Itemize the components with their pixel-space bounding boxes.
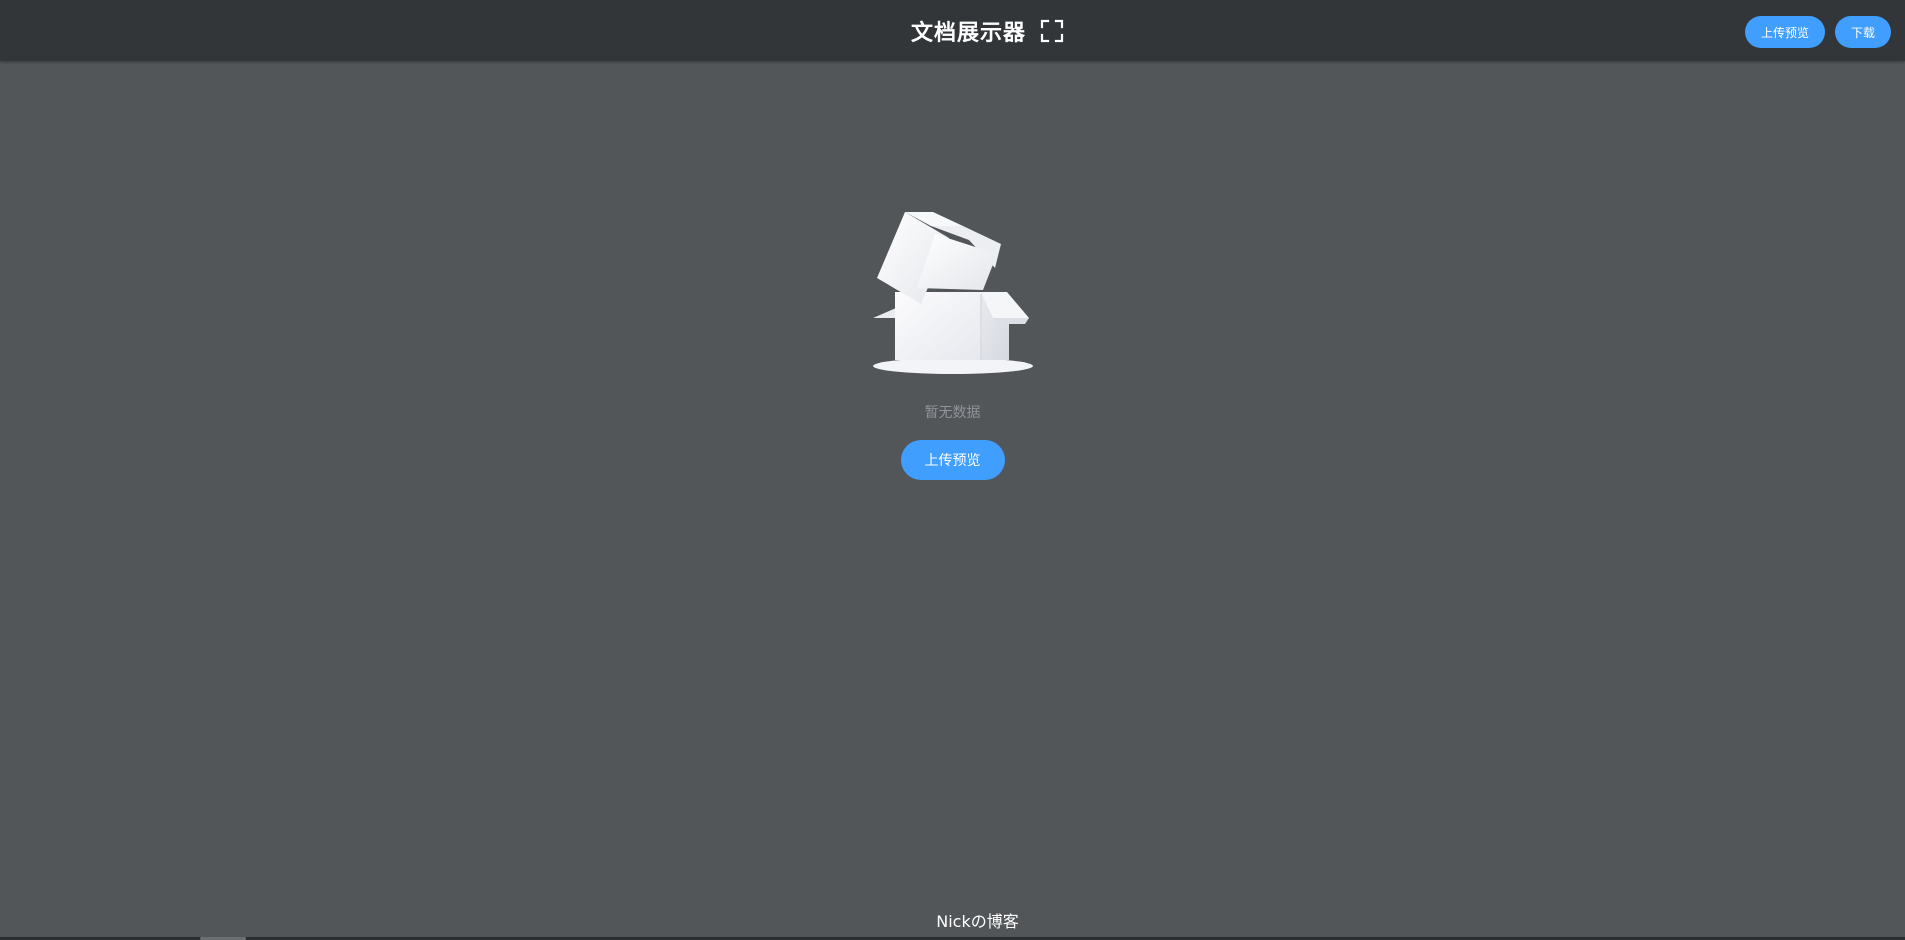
header-actions: 上传预览 下载	[1744, 16, 1891, 48]
upload-preview-button[interactable]: 上传预览	[900, 440, 1005, 480]
empty-state-text: 暂无数据	[924, 405, 981, 421]
title-group: 文档展示器	[0, 0, 1905, 61]
empty-state: 暂无数据 上传预览	[0, 210, 1905, 480]
download-button[interactable]: 下载	[1834, 16, 1891, 48]
empty-box-icon	[872, 212, 1033, 374]
fullscreen-icon[interactable]	[1040, 19, 1064, 43]
header-upload-button[interactable]: 上传预览	[1744, 16, 1825, 48]
footer-credit: Nickの博客	[936, 912, 1019, 931]
app-header: 文档展示器 上传预览 下载	[0, 0, 1905, 61]
page-title: 文档展示器	[910, 20, 1026, 46]
